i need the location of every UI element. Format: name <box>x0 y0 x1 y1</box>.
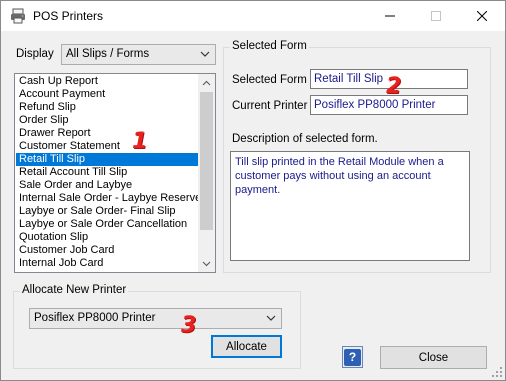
help-icon: ? <box>344 348 361 366</box>
window-title: POS Printers <box>33 9 104 23</box>
list-item-selected[interactable]: Retail Till Slip <box>16 153 198 166</box>
current-printer-label: Current Printer <box>232 100 308 112</box>
resize-grip-icon[interactable] <box>492 367 502 377</box>
pos-printers-window: POS Printers Display All Slips / Forms C… <box>0 0 506 381</box>
new-printer-value: Posiflex PP8000 Printer <box>34 312 156 324</box>
list-scrollbar[interactable] <box>198 74 215 272</box>
scroll-up-button[interactable] <box>198 74 215 91</box>
printer-app-icon <box>11 8 25 24</box>
chevron-down-icon <box>200 51 210 57</box>
current-printer-value: Posiflex PP8000 Printer <box>314 99 436 111</box>
close-window-button[interactable] <box>459 1 505 31</box>
list-item[interactable]: Retail Account Till Slip <box>16 166 198 179</box>
close-button[interactable]: Close <box>380 346 487 369</box>
help-button[interactable]: ? <box>342 346 363 368</box>
new-printer-dropdown[interactable]: Posiflex PP8000 Printer <box>29 308 282 329</box>
selected-form-group-title: Selected Form <box>230 40 309 52</box>
list-item[interactable]: Cash Up Report <box>16 75 198 88</box>
list-item[interactable]: Internal Job Card <box>16 257 198 270</box>
list-item[interactable]: Customer Statement <box>16 140 198 153</box>
display-label: Display <box>16 48 54 60</box>
chevron-down-icon <box>202 261 211 266</box>
annotation-marker-3: 3 <box>181 313 197 338</box>
list-item[interactable]: Order Slip <box>16 114 198 127</box>
annotation-marker-2: 2 <box>386 74 402 99</box>
scroll-thumb[interactable] <box>200 92 213 230</box>
selected-form-value: Retail Till Slip <box>314 73 384 85</box>
list-item[interactable]: Laybye or Sale Order- Final Slip <box>16 205 198 218</box>
slip-form-list[interactable]: Cash Up Report Account Payment Refund Sl… <box>14 73 216 273</box>
title-bar: POS Printers <box>1 1 505 31</box>
list-item[interactable]: Laybye or Sale Order Cancellation <box>16 218 198 231</box>
maximize-button[interactable] <box>413 1 459 31</box>
list-item[interactable]: Drawer Report <box>16 127 198 140</box>
list-item[interactable]: Account Payment <box>16 88 198 101</box>
allocate-group-title: Allocate New Printer <box>20 284 129 296</box>
chevron-down-icon <box>266 315 276 321</box>
close-icon <box>477 11 487 21</box>
display-filter-value: All Slips / Forms <box>66 48 150 60</box>
description-textarea[interactable]: Till slip printed in the Retail Module w… <box>230 151 470 261</box>
maximize-icon <box>431 11 441 21</box>
minimize-button[interactable] <box>367 1 413 31</box>
list-item[interactable]: Customer Job Card <box>16 244 198 257</box>
list-item[interactable]: Refund Slip <box>16 101 198 114</box>
selected-form-label: Selected Form <box>232 74 307 86</box>
list-item[interactable]: Internal Sale Order - Laybye Reserved <box>16 192 207 205</box>
chevron-up-icon <box>202 80 211 85</box>
list-item[interactable]: Sale Order and Laybye <box>16 179 198 192</box>
allocate-button[interactable]: Allocate <box>211 335 282 358</box>
scroll-down-button[interactable] <box>198 255 215 272</box>
display-filter-dropdown[interactable]: All Slips / Forms <box>61 44 216 65</box>
description-label: Description of selected form. <box>232 133 378 145</box>
minimize-icon <box>385 15 395 17</box>
annotation-marker-1: 1 <box>132 129 148 154</box>
list-item[interactable]: Quotation Slip <box>16 231 198 244</box>
